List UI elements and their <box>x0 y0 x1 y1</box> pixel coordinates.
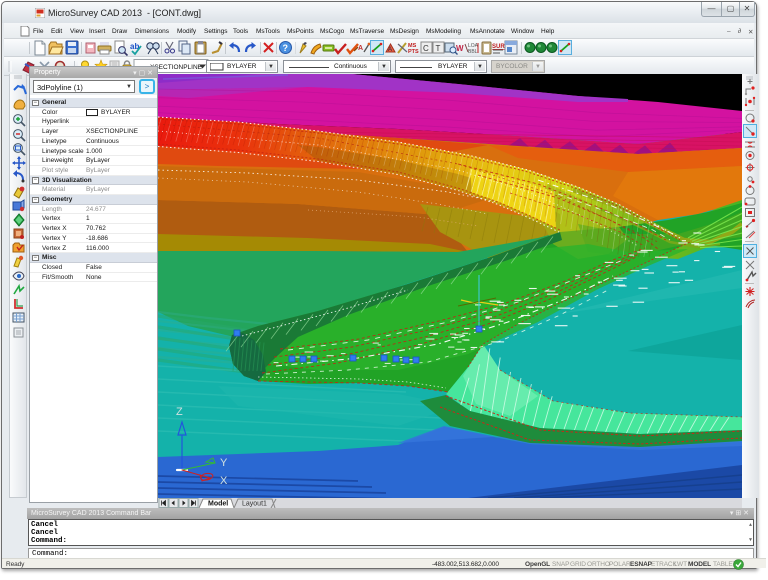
svg-text:Layout1: Layout1 <box>242 501 267 508</box>
svg-text:PTS: PTS <box>408 49 419 55</box>
svg-text:A: A <box>388 47 392 53</box>
svg-text:T: T <box>436 44 441 53</box>
svg-text:X: X <box>220 475 228 487</box>
svg-text:C: C <box>423 44 429 53</box>
svg-text:A: A <box>358 45 363 52</box>
svg-text:?: ? <box>283 43 289 53</box>
svg-text:Y: Y <box>220 457 228 469</box>
svg-text:W: W <box>456 44 464 53</box>
svg-text:BBL: BBL <box>468 49 478 55</box>
svg-text:Model: Model <box>208 501 228 508</box>
svg-text:Z: Z <box>176 406 183 418</box>
